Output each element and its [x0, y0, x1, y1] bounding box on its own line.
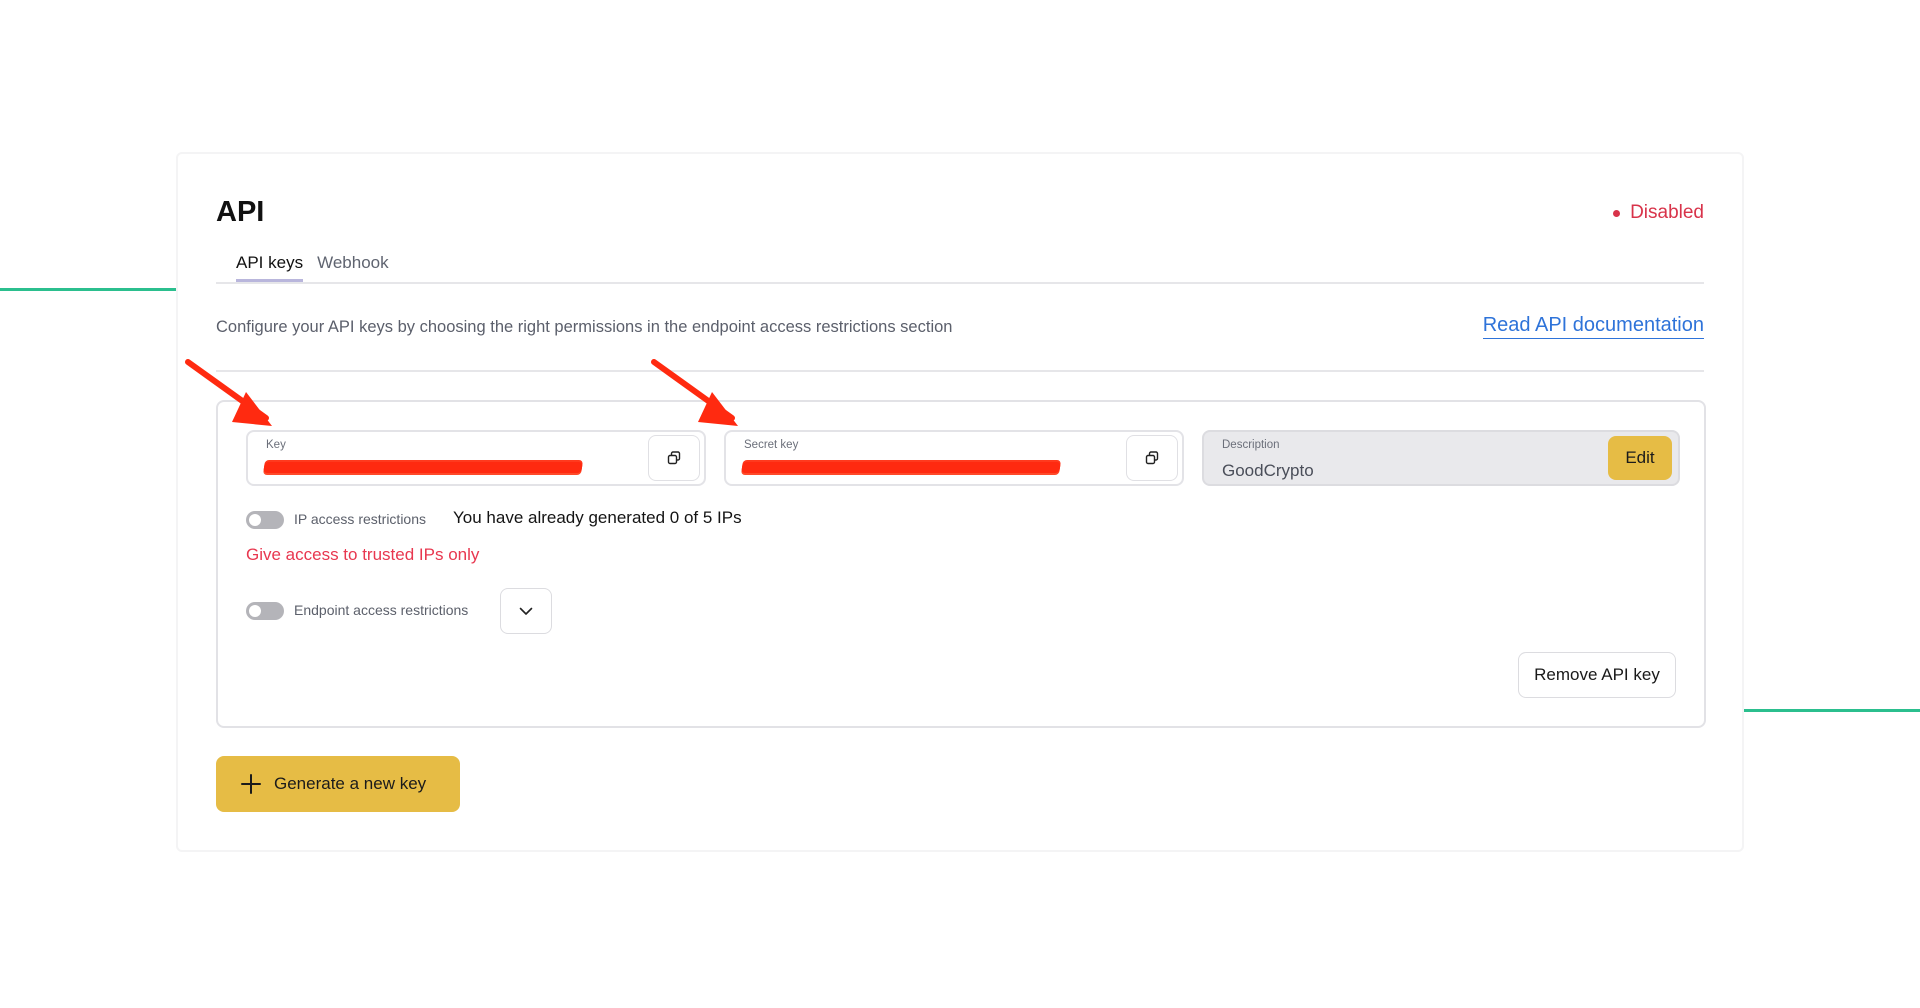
endpoint-restrictions-label: Endpoint access restrictions	[294, 602, 469, 618]
intro-text: Configure your API keys by choosing the …	[216, 318, 953, 336]
redacted-secret-key-value	[741, 462, 1061, 473]
ip-restrictions-label: IP access restrictions	[294, 511, 427, 527]
key-field-label: Key	[266, 439, 286, 451]
remove-api-key-button[interactable]: Remove API key	[1518, 652, 1676, 698]
trusted-ips-warning: Give access to trusted IPs only	[246, 545, 480, 564]
copy-secret-key-button[interactable]	[1126, 435, 1178, 481]
status-text: Disabled	[1630, 202, 1704, 223]
toggle-knob	[249, 514, 261, 526]
chevron-down-icon	[519, 607, 533, 615]
status-dot-icon	[1613, 209, 1621, 217]
endpoint-restrictions-toggle[interactable]	[246, 602, 284, 620]
generate-new-key-button[interactable]: Generate a new key	[216, 756, 460, 812]
api-settings-panel: API Disabled API keys Webhook Configure …	[176, 152, 1744, 852]
tab-bar: API keys Webhook	[216, 250, 1704, 284]
ip-count-text: You have already generated 0 of 5 IPs	[453, 508, 742, 527]
ip-restrictions-toggle[interactable]	[246, 511, 284, 529]
copy-key-button[interactable]	[648, 435, 700, 481]
decorative-green-line-left	[0, 288, 176, 291]
description-field: Description GoodCrypto Edit	[1202, 430, 1680, 486]
page-title: API	[216, 196, 265, 228]
copy-icon	[1145, 451, 1159, 465]
tab-api-keys[interactable]: API keys	[236, 250, 304, 282]
toggle-knob	[249, 605, 261, 617]
description-field-label: Description	[1222, 439, 1280, 451]
api-key-card: Key Secret key Description GoodCrypto Ed…	[216, 400, 1706, 728]
edit-description-button[interactable]: Edit	[1608, 436, 1672, 480]
api-documentation-link[interactable]: Read API documentation	[1482, 314, 1704, 339]
secret-key-field: Secret key	[724, 430, 1184, 486]
plus-icon	[241, 774, 261, 794]
secret-key-field-label: Secret key	[744, 439, 799, 451]
redacted-key-value	[263, 462, 583, 473]
tab-webhook[interactable]: Webhook	[317, 250, 389, 282]
endpoint-restrictions-dropdown[interactable]	[500, 588, 552, 634]
section-divider	[216, 370, 1704, 372]
description-value: GoodCrypto	[1222, 461, 1314, 480]
key-field: Key	[246, 430, 706, 486]
generate-new-key-label: Generate a new key	[274, 774, 427, 793]
copy-icon	[667, 451, 681, 465]
decorative-green-line-right	[1744, 709, 1920, 712]
status-badge: Disabled	[1613, 202, 1704, 224]
